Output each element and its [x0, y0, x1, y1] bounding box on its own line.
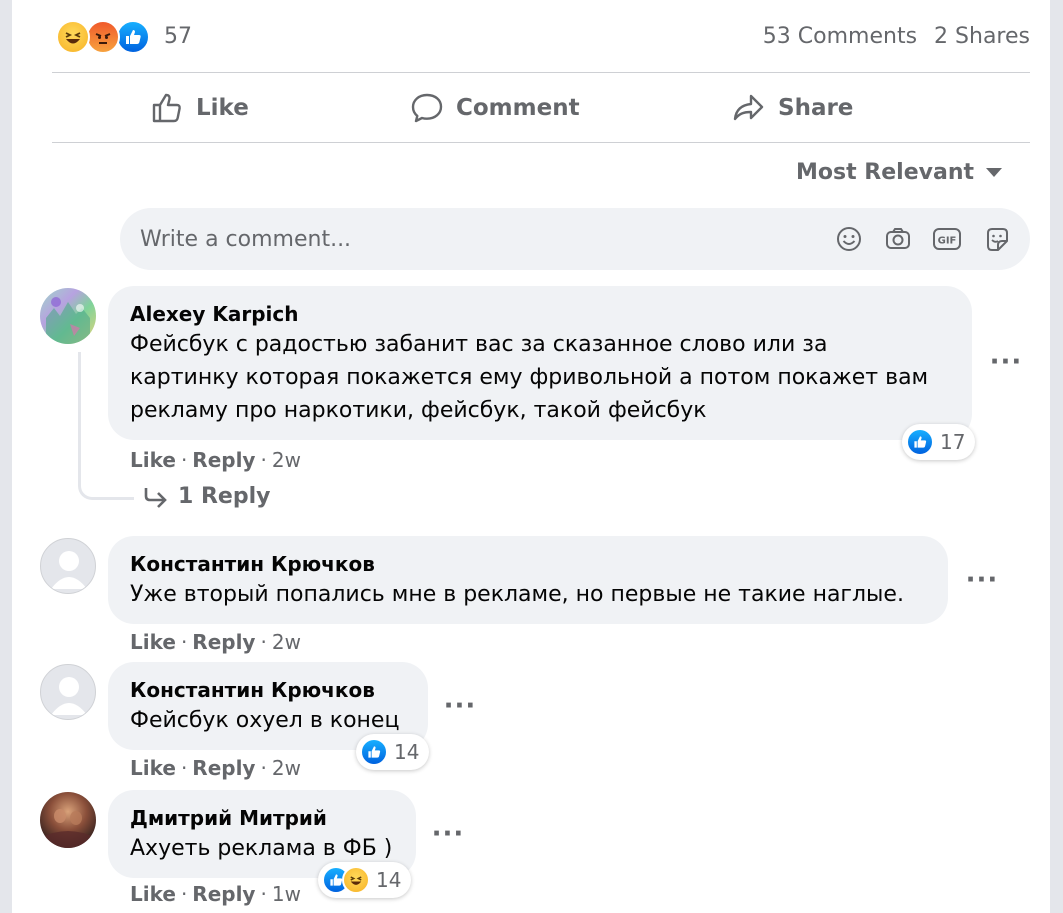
comment-button-label: Comment [456, 95, 580, 121]
caret-down-icon [986, 168, 1002, 177]
comment-bubble: Константин Крючков Уже вторый попались м… [108, 536, 948, 624]
sort-label: Most Relevant [796, 160, 974, 185]
reaction-count: 14 [394, 740, 420, 764]
comment-like-link[interactable]: Like [130, 630, 176, 654]
shares-count-link[interactable]: 2 Shares [934, 24, 1030, 49]
comment-bubble: Alexey Karpich Фейсбук с радостью забани… [108, 286, 972, 440]
divider [52, 142, 1030, 143]
comment-text: Ахуеть реклама в ФБ ) [130, 836, 393, 861]
comment-input[interactable] [140, 222, 820, 256]
avatar[interactable] [40, 792, 96, 848]
reply-arrow-icon [144, 487, 167, 508]
comment-icon [411, 93, 443, 123]
comment-reply-link[interactable]: Reply [192, 448, 255, 472]
comment-timestamp[interactable]: 2w [272, 448, 301, 472]
replies-count: 1 Reply [178, 484, 271, 509]
reactions-summary: 57 53 Comments 2 Shares [52, 14, 1030, 58]
avatar[interactable] [40, 288, 96, 344]
more-options-icon[interactable]: ··· [430, 816, 466, 852]
comment-meta: Like · Reply · 2w [130, 756, 301, 780]
comment-like-link[interactable]: Like [130, 882, 176, 906]
camera-icon[interactable] [883, 224, 913, 254]
comment-reply-link[interactable]: Reply [192, 630, 255, 654]
comment-meta: Like · Reply · 2w [130, 630, 301, 654]
comment-author[interactable]: Дмитрий Митрий [130, 804, 394, 832]
thumbs-up-icon [152, 93, 181, 123]
comment-reply-link[interactable]: Reply [192, 882, 255, 906]
comment-timestamp[interactable]: 2w [272, 630, 301, 654]
share-button[interactable]: Share [732, 86, 853, 130]
comment-like-link[interactable]: Like [130, 756, 176, 780]
like-button[interactable]: Like [150, 86, 249, 130]
like-button-label: Like [196, 95, 249, 121]
gif-icon[interactable]: GIF [932, 224, 962, 254]
comment-composer: GIF [120, 208, 1030, 270]
comment-text: Фейсбук охуел в конец [130, 708, 400, 733]
reaction-count: 17 [940, 430, 966, 454]
comment-timestamp[interactable]: 1w [272, 882, 301, 906]
like-icon [360, 738, 388, 766]
comment-meta: Like · Reply · 1w [130, 882, 301, 906]
comment-sort-dropdown[interactable]: Most Relevant [796, 160, 1002, 185]
comment-author[interactable]: Константин Крючков [130, 550, 926, 578]
post-stats: 53 Comments 2 Shares [753, 24, 1030, 49]
emoji-icon[interactable] [834, 224, 864, 254]
post-card: 57 53 Comments 2 Shares Like Comment Sha… [12, 0, 1050, 913]
divider [52, 72, 1030, 73]
comment-like-link[interactable]: Like [130, 448, 176, 472]
avatar[interactable] [40, 538, 96, 594]
comment-text: Уже вторый попались мне в рекламе, но пе… [130, 582, 904, 607]
comment-author[interactable]: Константин Крючков [130, 676, 406, 704]
reaction-count[interactable]: 57 [164, 24, 192, 49]
more-options-icon[interactable]: ··· [964, 562, 1000, 598]
haha-icon [56, 20, 90, 54]
angry-icon [86, 20, 120, 54]
comment-reactions-badge[interactable]: 14 [356, 734, 430, 770]
comment-text: Фейсбук с радостью забанит вас за сказан… [130, 332, 929, 423]
comment-reactions-badge[interactable]: 14 [318, 862, 412, 898]
comments-count-link[interactable]: 53 Comments [763, 24, 917, 49]
reaction-count: 14 [376, 868, 402, 892]
comment-reactions-badge[interactable]: 17 [902, 424, 976, 460]
more-options-icon[interactable]: ··· [988, 344, 1024, 380]
avatar[interactable] [40, 664, 96, 720]
post-actions: Like Comment Share [52, 74, 1030, 142]
comment-button[interactable]: Comment [410, 86, 580, 130]
svg-text:GIF: GIF [938, 236, 957, 247]
sticker-icon[interactable] [982, 224, 1012, 254]
like-icon [906, 428, 934, 456]
share-button-label: Share [778, 95, 854, 121]
comment-reply-link[interactable]: Reply [192, 756, 255, 780]
more-options-icon[interactable]: ··· [442, 688, 478, 724]
haha-icon [342, 866, 370, 894]
comment-timestamp[interactable]: 2w [272, 756, 301, 780]
share-icon [733, 94, 764, 121]
comment-meta: Like · Reply · 2w [130, 448, 301, 472]
comment-author[interactable]: Alexey Karpich [130, 300, 950, 328]
like-icon [116, 20, 150, 54]
view-replies-link[interactable]: 1 Reply [142, 484, 270, 509]
